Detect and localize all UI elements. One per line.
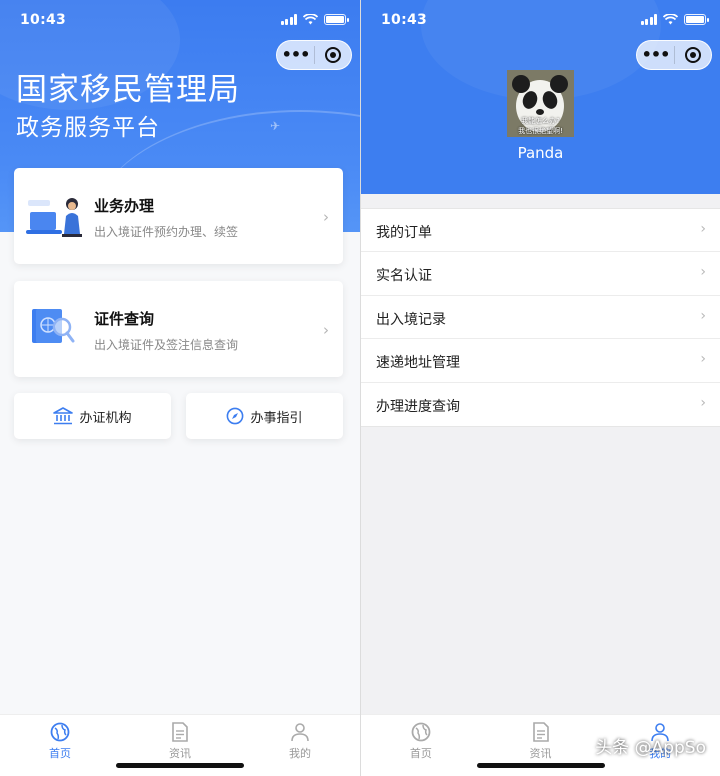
miniprogram-capsule: ••• xyxy=(276,40,352,70)
business-card[interactable]: 业务办理 出入境证件预约办理、续签 › xyxy=(14,168,343,264)
tab-home[interactable]: 首页 xyxy=(361,715,481,776)
status-bar: 10:43 xyxy=(361,0,720,40)
passport-search-icon xyxy=(32,309,75,343)
globe-icon xyxy=(411,722,431,742)
airplane-icon: ✈ xyxy=(270,119,281,133)
card-title: 业务办理 xyxy=(94,197,155,215)
chevron-right-icon: › xyxy=(700,307,706,324)
menu-item-realname[interactable]: 实名认证 › xyxy=(361,252,720,296)
wifi-icon xyxy=(663,14,678,25)
chevron-right-icon: › xyxy=(700,264,706,281)
tab-bar: 首页 资讯 我的 xyxy=(0,714,360,776)
screenshot-pair: ✈ 国家移民管理局 政务服务平台 10:43 ••• 业务办理 出入境证件预约办… xyxy=(0,0,720,776)
profile-screen: 我能怎么办? 我也很绝望啊! Panda 10:43 ••• 我的订单 › 实名… xyxy=(361,0,720,776)
avatar-caption: 我也很绝望啊! xyxy=(518,127,563,135)
agency-label: 办证机构 xyxy=(79,410,132,426)
battery-icon xyxy=(324,14,349,25)
person-icon xyxy=(291,723,309,742)
more-icon[interactable]: ••• xyxy=(637,40,674,70)
chevron-right-icon: › xyxy=(323,208,329,226)
laptop-person-icon xyxy=(26,198,82,237)
more-icon[interactable]: ••• xyxy=(277,40,314,70)
avatar[interactable]: 我能怎么办? 我也很绝望啊! xyxy=(507,70,574,137)
guide-button[interactable]: 办事指引 xyxy=(186,393,343,439)
signal-icon xyxy=(280,14,297,25)
home-indicator xyxy=(476,763,605,768)
close-miniprogram-icon[interactable] xyxy=(675,47,711,63)
tab-label: 资讯 xyxy=(169,747,191,760)
user-nickname: Panda xyxy=(517,144,564,162)
page-title: 国家移民管理局 xyxy=(16,72,240,108)
tab-label: 资讯 xyxy=(529,747,552,760)
status-time: 10:43 xyxy=(381,12,428,28)
tab-label: 首页 xyxy=(49,747,71,760)
document-icon xyxy=(172,722,188,742)
home-screen: ✈ 国家移民管理局 政务服务平台 10:43 ••• 业务办理 出入境证件预约办… xyxy=(0,0,360,776)
signal-icon xyxy=(640,14,657,25)
tab-label: 我的 xyxy=(289,747,311,760)
guide-label: 办事指引 xyxy=(250,410,303,426)
card-title: 证件查询 xyxy=(94,310,155,328)
certificate-query-card[interactable]: 证件查询 出入境证件及签注信息查询 › xyxy=(14,281,343,377)
menu-item-label: 办理进度查询 xyxy=(376,398,460,415)
page-subtitle: 政务服务平台 xyxy=(16,115,160,141)
chevron-right-icon: › xyxy=(700,351,706,368)
chevron-right-icon: › xyxy=(323,321,329,339)
tab-mine[interactable]: 我的 xyxy=(240,715,360,776)
profile-menu: 我的订单 › 实名认证 › 出入境记录 › 速递地址管理 › 办理进度查询 › xyxy=(361,208,720,427)
menu-item-orders[interactable]: 我的订单 › xyxy=(361,209,720,253)
card-description: 出入境证件及签注信息查询 xyxy=(94,338,239,352)
menu-item-label: 我的订单 xyxy=(376,225,432,241)
tab-label: 首页 xyxy=(409,747,432,760)
menu-item-label: 速递地址管理 xyxy=(376,355,460,372)
avatar-caption: 我能怎么办? xyxy=(521,117,560,125)
wifi-icon xyxy=(303,14,318,25)
bank-icon xyxy=(53,407,74,425)
menu-item-address[interactable]: 速递地址管理 › xyxy=(361,339,720,383)
globe-icon xyxy=(50,722,70,742)
menu-item-label: 出入境记录 xyxy=(376,311,446,328)
battery-icon xyxy=(684,14,709,25)
menu-item-label: 实名认证 xyxy=(376,268,432,285)
card-description: 出入境证件预约办理、续签 xyxy=(94,225,239,239)
status-time: 10:43 xyxy=(20,12,67,28)
tab-home[interactable]: 首页 xyxy=(0,715,120,776)
agency-button[interactable]: 办证机构 xyxy=(14,393,171,439)
menu-item-progress[interactable]: 办理进度查询 › xyxy=(361,383,720,426)
miniprogram-capsule: ••• xyxy=(636,40,712,70)
compass-icon xyxy=(227,407,244,425)
watermark: 头条 @AppSo xyxy=(595,738,706,758)
document-icon xyxy=(532,722,549,742)
close-miniprogram-icon[interactable] xyxy=(315,47,351,63)
menu-item-border-records[interactable]: 出入境记录 › xyxy=(361,296,720,340)
chevron-right-icon: › xyxy=(700,221,706,237)
status-bar: 10:43 xyxy=(0,0,360,40)
home-indicator xyxy=(116,763,244,768)
chevron-right-icon: › xyxy=(700,394,706,411)
